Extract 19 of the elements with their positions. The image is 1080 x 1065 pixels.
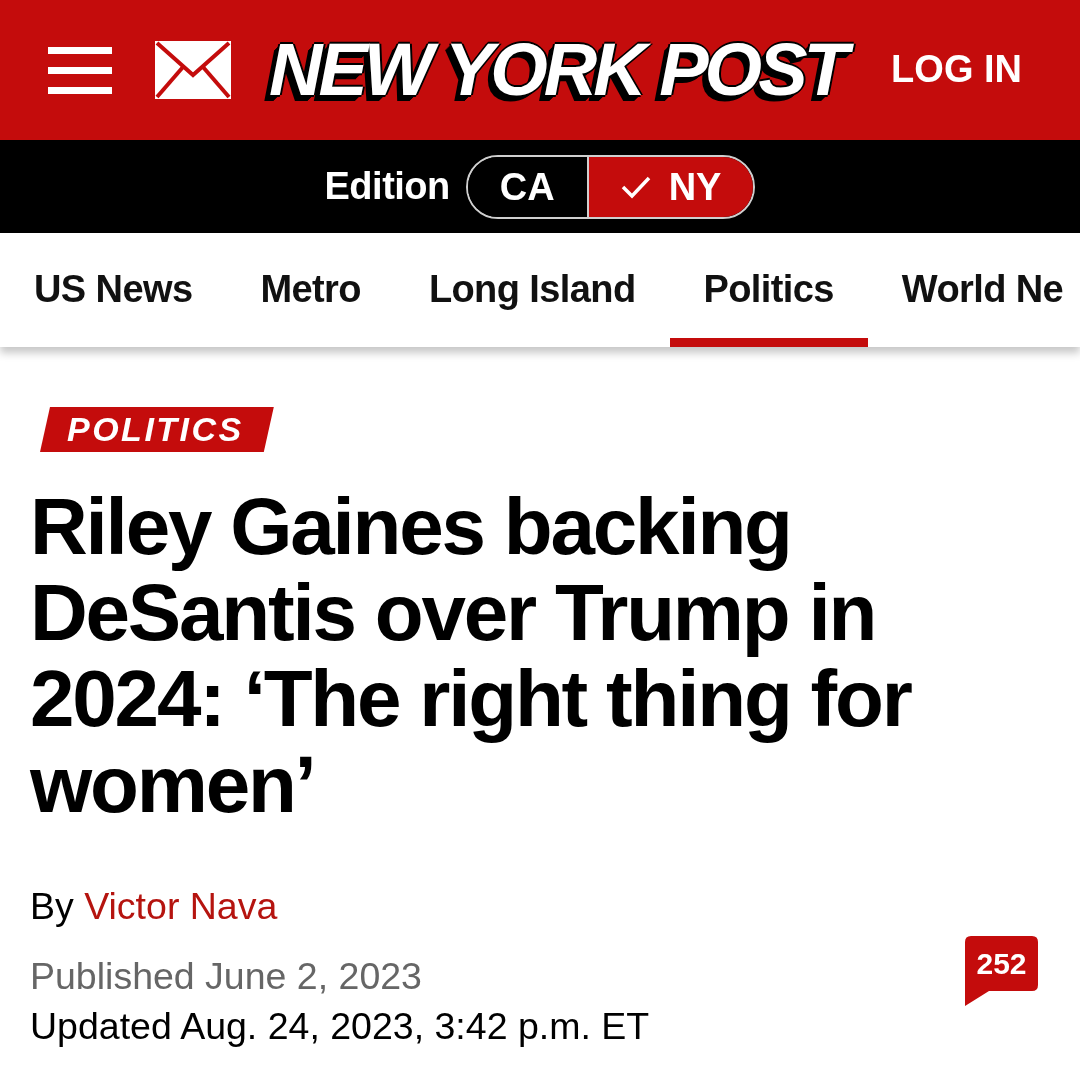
published-date: Published June 2, 2023 [30,954,423,999]
nav-tab[interactable]: World Ne [867,233,1080,347]
menu-icon[interactable] [48,46,112,94]
site-logo[interactable]: NEW YORK POST [257,27,855,113]
log-in-button[interactable]: LOG IN [891,48,1022,92]
nav-tab[interactable]: Metro [226,233,395,347]
author-link[interactable]: Victor Nava [84,885,278,927]
comment-count-badge[interactable]: 252 [965,936,1038,1006]
nav-tab[interactable]: US News [0,233,227,347]
updated-date: Updated Aug. 24, 2023, 3:42 p.m. ET [30,1004,650,1049]
article-headline: Riley Gaines backing DeSantis over Trump in 2024: ‘The right thing for women’ [30,484,913,828]
edition-option[interactable]: NY [586,156,754,217]
edition-label: Edition [324,164,450,209]
byline-prefix: By [30,885,74,927]
nav-tab[interactable]: Politics [669,233,868,347]
nav-tab[interactable]: Long Island [394,233,670,347]
section-tag[interactable]: POLITICS [40,407,274,452]
check-icon [620,174,651,199]
envelope-icon[interactable] [155,41,231,99]
